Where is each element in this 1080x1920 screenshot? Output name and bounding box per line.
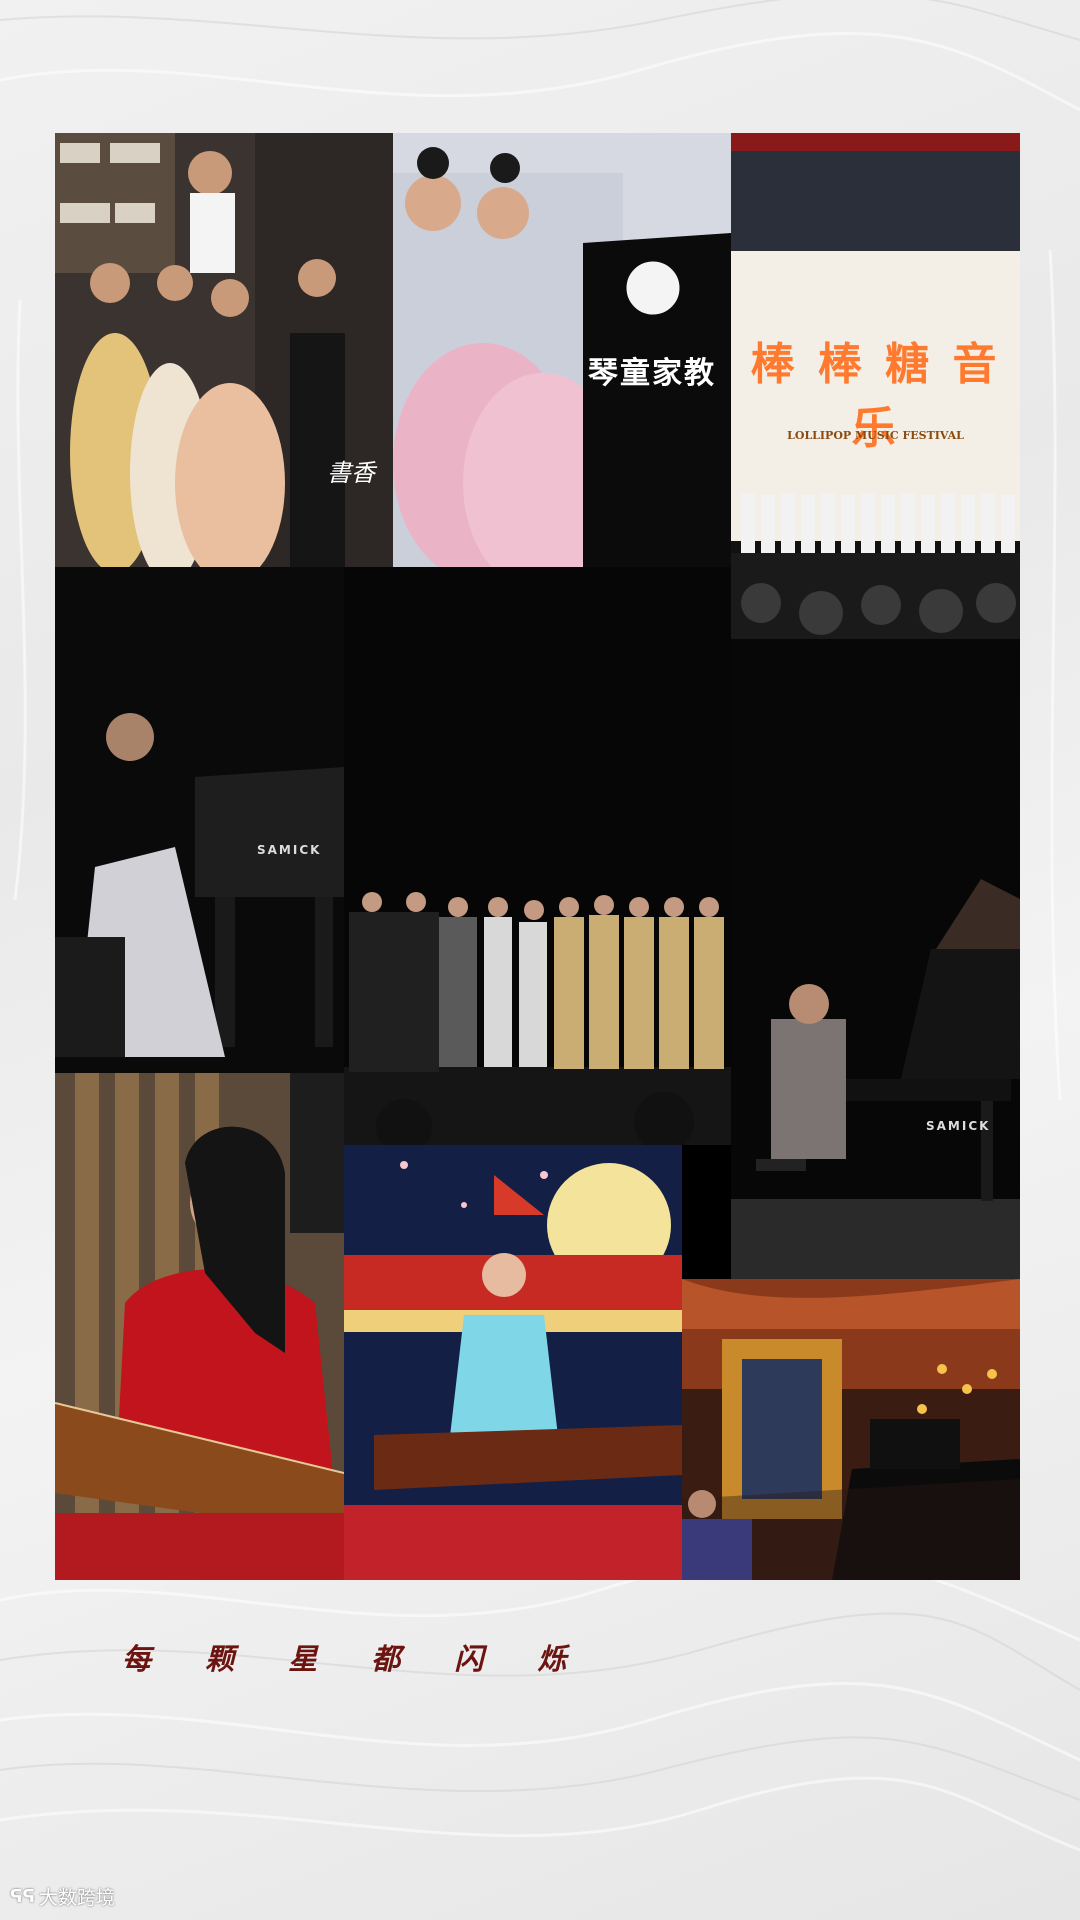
piano-brand: SAMICK: [257, 843, 322, 857]
photo-girls-duet-piano: 琴童家教: [393, 133, 731, 567]
photo-girl-grand-piano-palace: [682, 1279, 1020, 1580]
photo-choir-stage: [344, 567, 731, 1145]
photo-lollipop-festival: 棒 棒 糖 音 乐 LOLLIPOP MUSIC FESTIVAL: [731, 133, 1020, 639]
photo-girl-guzheng-red: [55, 1073, 344, 1580]
caption-text: 每 颗 星 都 闪 烁: [122, 1642, 589, 1676]
watermark-text: 大数跨境: [38, 1887, 115, 1909]
photo-girl-samick-piano: SAMICK: [55, 567, 344, 1073]
photo-girl-guzheng-moon: [344, 1145, 682, 1580]
watermark: ᕋᕋ 大数跨境: [10, 1883, 115, 1910]
festival-subtitle: LOLLIPOP MUSIC FESTIVAL: [787, 429, 964, 442]
photo-man-samick-piano: SAMICK: [731, 639, 1020, 1279]
photo-children-formal-group: 書香: [55, 133, 393, 567]
logo-text: 琴童家教: [588, 356, 716, 391]
watermark-logo-icon: ᕋᕋ: [10, 1886, 35, 1907]
piano-brand: SAMICK: [926, 1119, 991, 1133]
signature-text: 書香: [327, 459, 375, 487]
photo-collage: 書香 琴童家教 棒 棒 糖 音 乐 LOLLIPOP MUSIC FESTIVA…: [55, 133, 1020, 1580]
